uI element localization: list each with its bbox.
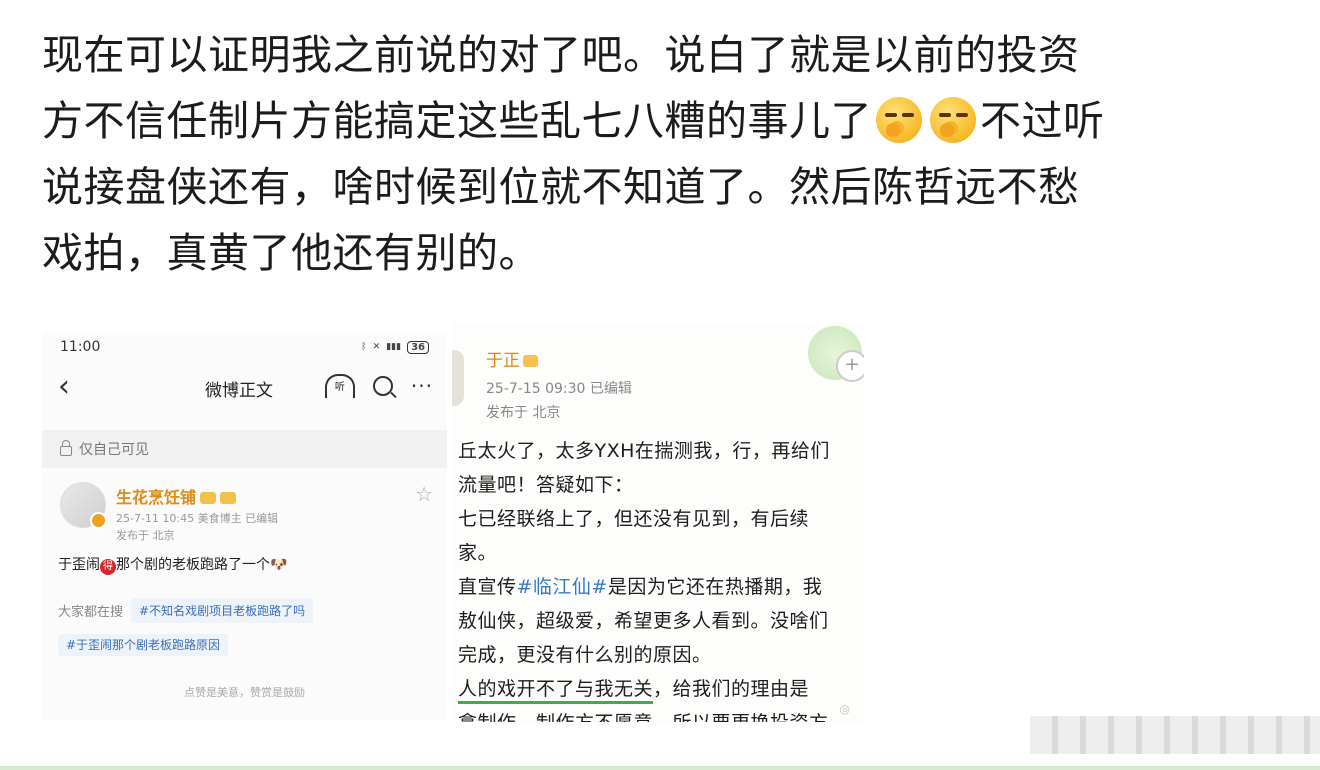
post-content: 于歪闹得那个剧的老板跑路了一个🐶 — [58, 554, 287, 575]
dog-emoji-icon: 🐶 — [270, 557, 288, 573]
favorite-star-icon[interactable]: ☆ — [415, 482, 433, 506]
content-line: 直宣传#临江仙#是因为它还在热播期，我 — [458, 570, 864, 604]
post-line-3: 说接盘侠还有，啥时候到位就不知道了。然后陈哲远不愁 — [42, 163, 1080, 211]
listen-icon[interactable]: 听 — [324, 374, 355, 398]
thinking-face-icon — [876, 97, 922, 143]
battery-icon: 36 — [407, 340, 429, 354]
reward-footer: 点赞是美意，赞赏是鼓励 — [184, 686, 305, 699]
post-text: 现在可以证明我之前说的对了吧。说白了就是以前的投资 方不信任制片方能搞定这些乱七… — [42, 22, 1292, 286]
visibility-bar: 仅自己可见 — [42, 430, 447, 468]
visibility-label: 仅自己可见 — [79, 442, 149, 458]
badge-icon — [220, 492, 237, 504]
thinking-face-icon — [930, 97, 976, 143]
post-content: 丘太火了，太多YXH在揣测我，行，再给们 流量吧！答疑如下： 七已经联络上了，但… — [458, 434, 864, 722]
author-name[interactable]: 生花烹饪铺 — [116, 484, 237, 508]
trending-topic-2[interactable]: #于歪闹那个剧老板跑路原因 — [58, 634, 229, 656]
nav-actions: 听 ··· — [324, 374, 433, 398]
avatar[interactable] — [60, 482, 107, 529]
content-line: 七已经联络上了，但还没有见到，有后续 — [458, 508, 810, 530]
search-icon[interactable] — [372, 376, 393, 396]
mute-icon: ✕ — [372, 342, 381, 352]
content-line-text: ，给我们的理由是 — [653, 678, 810, 700]
content-line: 敖仙侠，超级爱，希望更多人看到。没啥们 — [458, 610, 829, 632]
crown-icon — [200, 492, 217, 504]
screenshot-weibo-post-1: 11:00 ᛒ ✕ ▮▮▮ 36 ‹ 微博正文 听 ··· 仅自己可见 生花烹饪… — [42, 332, 447, 720]
post-line-2: 方不信任制片方能搞定这些乱七八糟的事儿了 不过听 — [42, 88, 1292, 154]
content-line: 拿制作，制作方不愿意，所以要更换投资方 — [458, 706, 864, 722]
trending-search-row-2: #于歪闹那个剧老板跑路原因 — [58, 634, 229, 656]
content-post: 那个剧的老板跑路了一个 — [116, 557, 270, 573]
content-line-text: 是因为它还在热播期，我 — [607, 576, 823, 598]
content-line: 完成，更没有什么别的原因。 — [458, 644, 712, 666]
trending-topic-1[interactable]: #不知名戏剧项目老板跑路了吗 — [131, 598, 314, 623]
post-line-4: 戏拍，真黄了他还有别的。 — [42, 229, 540, 277]
underlined-text: 人的戏开不了与我无关 — [458, 678, 654, 704]
crown-icon — [523, 355, 538, 367]
content-line: 家。 — [458, 542, 498, 564]
lock-icon — [60, 440, 72, 456]
content-line-text: 直宣传 — [458, 576, 517, 598]
status-bar: 11:00 ᛒ ✕ ▮▮▮ 36 — [42, 332, 447, 362]
blurred-strip — [1030, 716, 1320, 754]
post-meta: 25-7-15 09:30 已编辑 — [486, 381, 632, 397]
content-pre: 于歪闹 — [58, 557, 100, 573]
avatar[interactable] — [452, 350, 464, 406]
status-time: 11:00 — [60, 339, 101, 355]
post-meta: 25-7-11 10:45 美食博主 已编辑 — [116, 512, 279, 525]
author-name[interactable]: 于正 — [486, 346, 538, 371]
screenshot-weibo-post-2: 于正 25-7-15 09:30 已编辑 发布于 北京 + 丘太火了，太多YXH… — [452, 322, 864, 722]
status-icons: ᛒ ✕ ▮▮▮ 36 — [361, 340, 429, 354]
hashtag-link[interactable]: #临江仙# — [517, 576, 608, 598]
post-location: 发布于 北京 — [486, 405, 561, 421]
author-name-text: 于正 — [486, 351, 520, 371]
more-icon[interactable]: ··· — [411, 376, 433, 396]
trending-label: 大家都在搜 — [58, 605, 124, 620]
bluetooth-icon: ᛒ — [361, 342, 367, 352]
author-name-text: 生花烹饪铺 — [116, 488, 197, 507]
post-location: 发布于 北京 — [116, 529, 175, 542]
nav-bar: ‹ 微博正文 听 ··· — [42, 362, 447, 412]
post-line-2-text: 方不信任制片方能搞定这些乱七八糟的事儿了 — [42, 97, 872, 145]
back-button[interactable]: ‹ — [58, 372, 88, 402]
de-badge-icon: 得 — [100, 559, 116, 575]
content-line: 人的戏开不了与我无关，给我们的理由是 — [458, 672, 864, 706]
nav-title: 微博正文 — [205, 381, 273, 401]
trending-search-row: 大家都在搜 #不知名戏剧项目老板跑路了吗 — [58, 598, 314, 623]
bottom-divider — [0, 766, 1320, 770]
watermark: ◎ — [839, 702, 850, 716]
signal-icon: ▮▮▮ — [386, 342, 402, 352]
content-line: 流量吧！答疑如下： — [458, 474, 634, 496]
post-line-1: 现在可以证明我之前说的对了吧。说白了就是以前的投资 — [42, 31, 1080, 79]
post-line-2-tail: 不过听 — [980, 97, 1105, 145]
content-line: 丘太火了，太多YXH在揣测我，行，再给们 — [458, 440, 830, 462]
follow-plus-button[interactable]: + — [836, 350, 864, 382]
